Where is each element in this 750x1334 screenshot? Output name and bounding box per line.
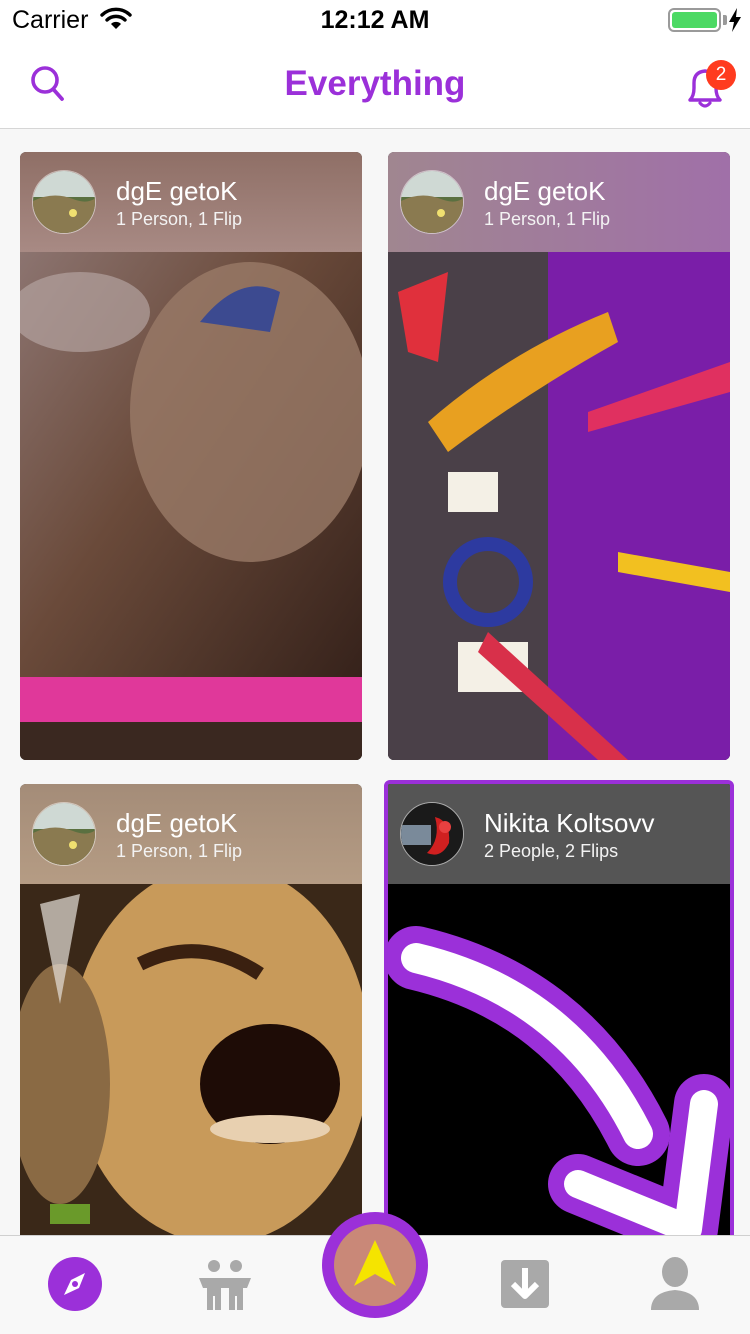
notification-badge[interactable]: 2 [706, 60, 736, 90]
card-media-image[interactable] [20, 252, 362, 760]
profile-icon[interactable] [645, 1254, 705, 1314]
create-flip-button[interactable] [322, 1212, 428, 1318]
create-button-center [334, 1224, 416, 1306]
flip-card[interactable]: dgE getoK 1 Person, 1 Flip [20, 152, 362, 760]
card-meta: 1 Person, 1 Flip [116, 841, 243, 861]
card-meta: 1 Person, 1 Flip [484, 209, 611, 229]
card-author-name: Nikita Koltsovv [484, 808, 655, 838]
avatar[interactable] [400, 170, 464, 234]
battery-icon [668, 8, 721, 32]
battery-level [672, 12, 717, 28]
card-author-name: dgE getoK [116, 808, 238, 838]
explore-compass-icon[interactable] [45, 1254, 105, 1314]
avatar[interactable] [32, 802, 96, 866]
card-meta: 2 People, 2 Flips [484, 841, 619, 861]
avatar[interactable] [32, 170, 96, 234]
status-time: 12:12 AM [320, 6, 430, 34]
card-header: dgE getoK 1 Person, 1 Flip [388, 152, 730, 252]
card-media-image[interactable] [20, 884, 362, 1244]
flip-card-selected[interactable]: Nikita Koltsovv 2 People, 2 Flips [384, 780, 734, 1250]
flip-card[interactable]: dgE getoK 1 Person, 1 Flip [388, 152, 730, 760]
card-author-name: dgE getoK [484, 176, 606, 206]
status-bar: Carrier 12:12 AM [0, 0, 750, 40]
card-meta: 1 Person, 1 Flip [116, 209, 243, 229]
battery-tip [723, 15, 727, 25]
people-icon[interactable] [195, 1254, 255, 1314]
flip-card[interactable]: dgE getoK 1 Person, 1 Flip [20, 784, 362, 1244]
card-header: Nikita Koltsovv 2 People, 2 Flips [388, 784, 730, 884]
card-media-image[interactable] [388, 884, 730, 1246]
create-arrow-icon [354, 1240, 396, 1286]
card-header: dgE getoK 1 Person, 1 Flip [20, 152, 362, 252]
card-header: dgE getoK 1 Person, 1 Flip [20, 784, 362, 884]
nav-bar: Everything [0, 40, 750, 129]
screen: Carrier 12:12 AM Everything 2 dgE getoK … [0, 0, 750, 1334]
page-title: Everything [284, 64, 466, 103]
card-media-image[interactable] [388, 252, 730, 760]
charging-bolt-icon [729, 8, 741, 32]
download-icon[interactable] [495, 1254, 555, 1314]
avatar[interactable] [400, 802, 464, 866]
card-author-name: dgE getoK [116, 176, 238, 206]
